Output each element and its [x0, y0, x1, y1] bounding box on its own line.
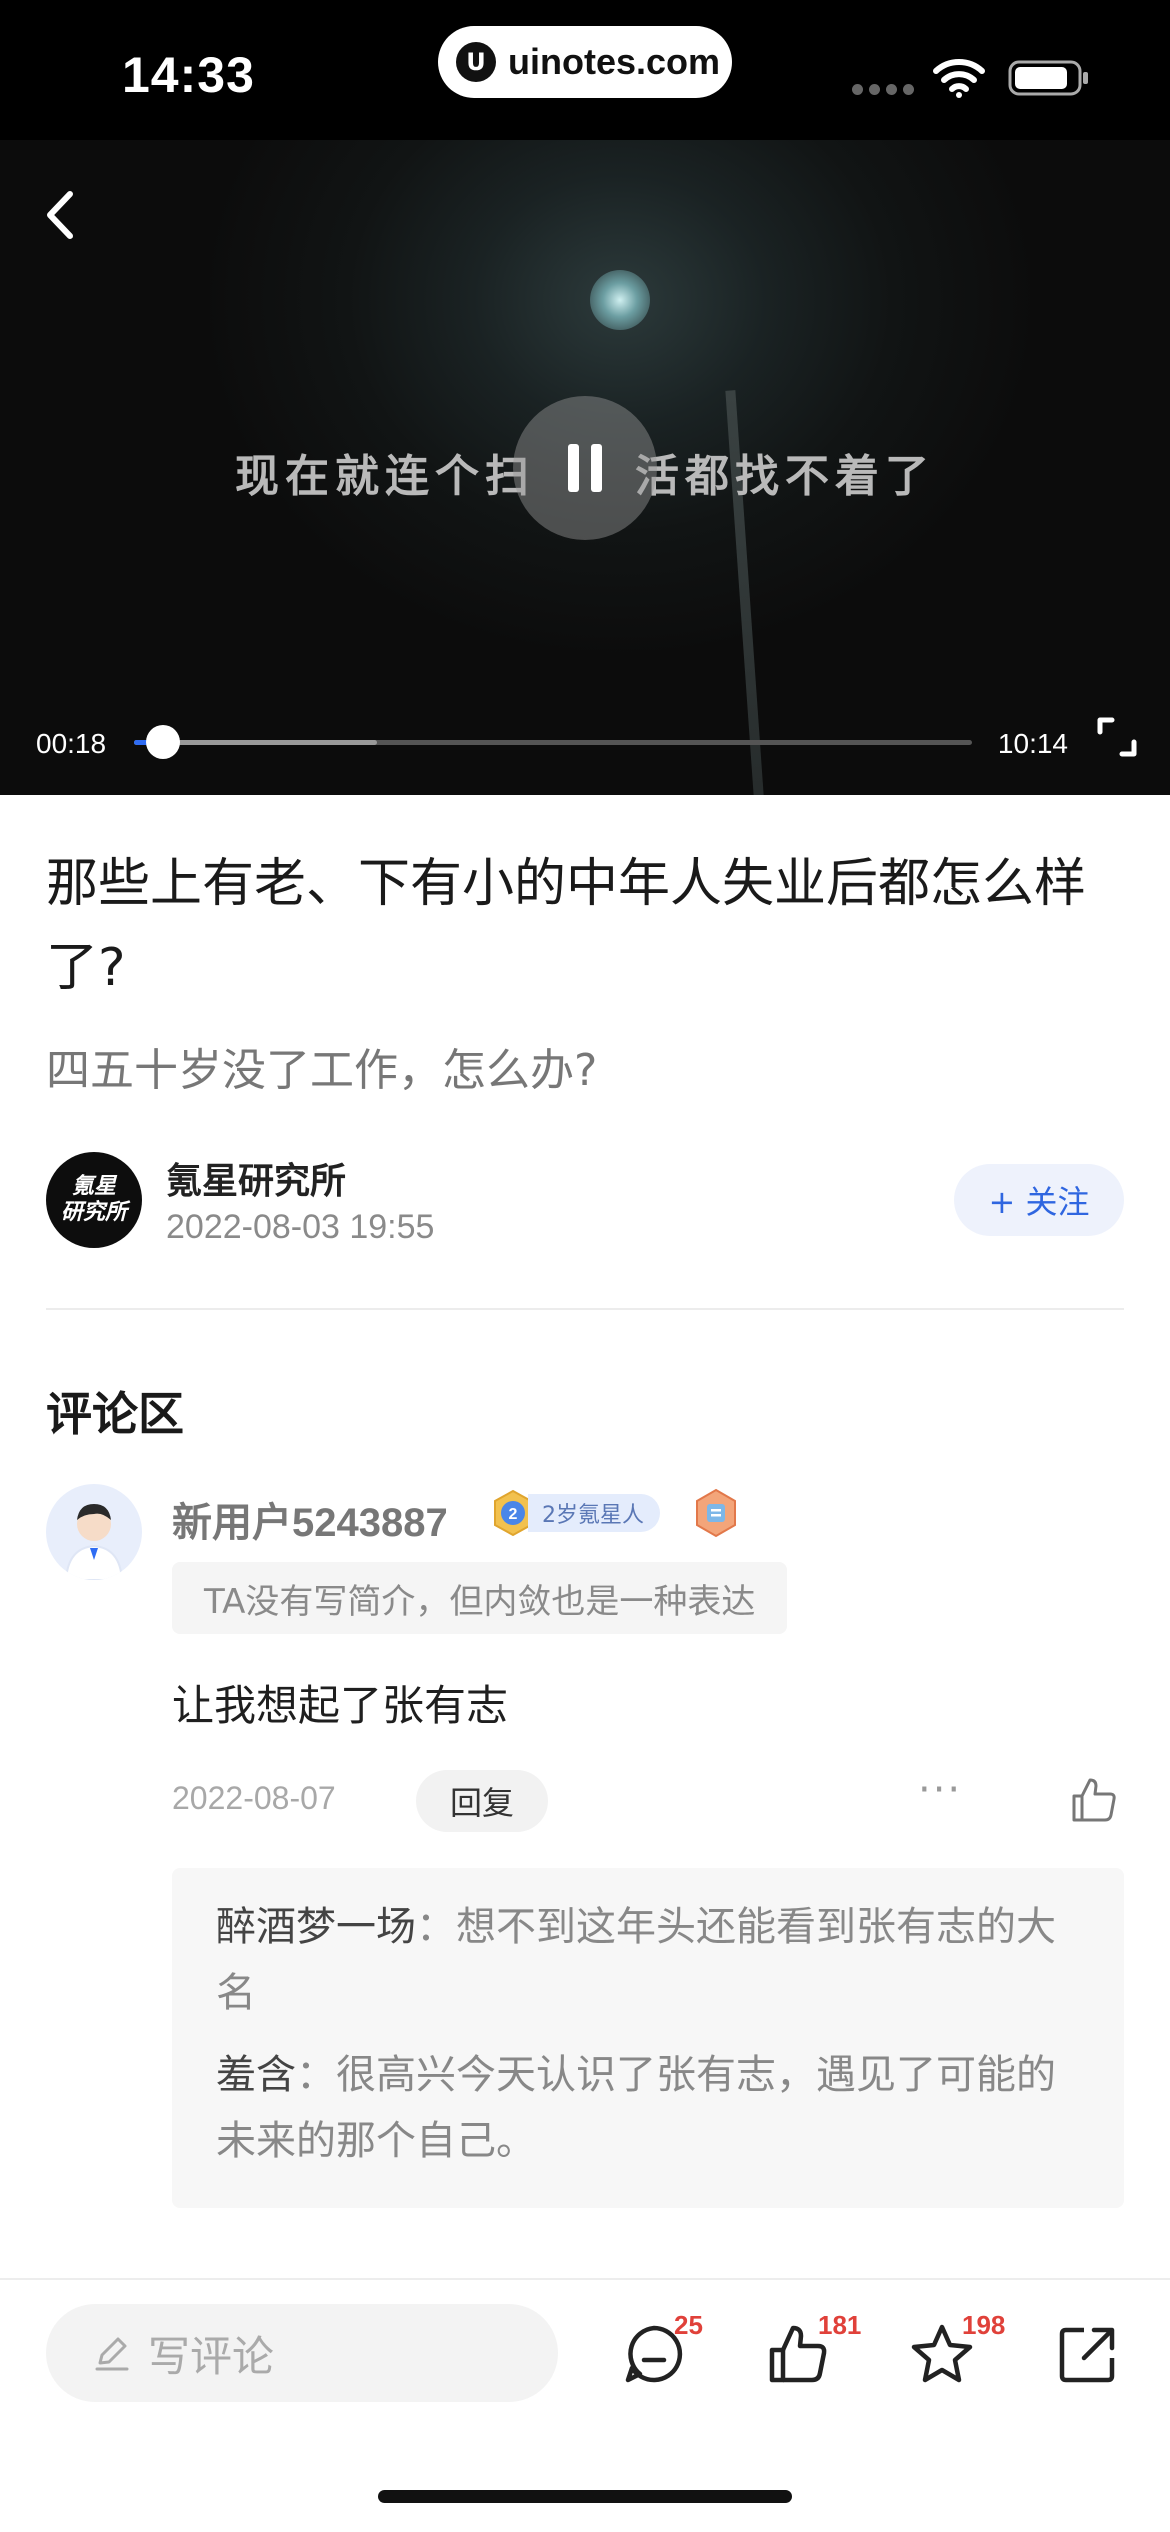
- back-icon[interactable]: [34, 180, 84, 250]
- comment-count: 25: [674, 2310, 703, 2340]
- status-bar: 14:33 U uinotes.com: [0, 0, 1170, 140]
- commenter-name[interactable]: 新用户5243887: [172, 1490, 448, 1548]
- status-time: 14:33: [122, 47, 255, 103]
- progress-thumb[interactable]: [146, 725, 181, 759]
- reply-user[interactable]: 羞含: [216, 2052, 296, 2098]
- commenter-bio: TA没有写简介，但内敛也是一种表达: [172, 1562, 788, 1634]
- wifi-icon: [933, 59, 985, 98]
- reply-item[interactable]: 醉酒梦一场：想不到这年头还能看到张有志的大名: [216, 1894, 1080, 2026]
- author-avatar[interactable]: 氪星 研究所: [46, 1152, 142, 1248]
- replies-box[interactable]: 醉酒梦一场：想不到这年头还能看到张有志的大名 羞含：很高兴今天认识了张有志，遇见…: [172, 1868, 1124, 2208]
- age-badge: 2 2岁氪星人: [492, 1488, 660, 1538]
- age-badge-label: 2岁氪星人: [528, 1494, 660, 1532]
- article-title: 那些上有老、下有小的中年人失业后都怎么样了?: [46, 854, 1087, 998]
- svg-text:2: 2: [509, 1506, 518, 1523]
- more-icon[interactable]: ···: [918, 1770, 966, 1820]
- home-indicator: [378, 2490, 792, 2503]
- share-icon: [1059, 2327, 1115, 2383]
- video-player[interactable]: 现在就连个扫 活都找不着了 00:18 10:14: [0, 140, 1170, 795]
- follow-button[interactable]: + 关注: [954, 1164, 1124, 1236]
- pause-button[interactable]: [513, 396, 657, 540]
- reply-separator: ：: [296, 2052, 336, 2098]
- like-button[interactable]: 181: [766, 2310, 861, 2390]
- comment-button[interactable]: 25: [622, 2310, 703, 2390]
- comment-input[interactable]: 写评论: [46, 2304, 558, 2402]
- pen-icon: [95, 2337, 129, 2371]
- comment-text: 让我想起了张有志: [172, 1681, 509, 1730]
- share-button[interactable]: [1056, 2310, 1126, 2390]
- signal-icon: [852, 84, 914, 95]
- divider: [46, 1308, 1124, 1310]
- like-count: 181: [818, 2310, 862, 2340]
- author-avatar-line1: 氪星: [71, 1174, 116, 1199]
- comments-heading: 评论区: [46, 1387, 184, 1441]
- current-time: 00:18: [36, 728, 107, 759]
- reply-user[interactable]: 醉酒梦一场: [216, 1904, 416, 1950]
- commenter-avatar[interactable]: [46, 1484, 142, 1580]
- video-frame-light: [590, 270, 650, 330]
- author-name[interactable]: 氪星研究所: [166, 1152, 346, 1204]
- progress-bar[interactable]: [134, 725, 972, 759]
- reply-button[interactable]: 回复: [416, 1770, 548, 1832]
- reply-separator: ：: [416, 1904, 456, 1950]
- site-logo-icon: U: [456, 42, 496, 82]
- url-pill[interactable]: U uinotes.com: [438, 26, 732, 98]
- level-icon: [696, 1488, 736, 1538]
- url-text: uinotes.com: [508, 41, 721, 82]
- comment-input-placeholder: 写评论: [148, 2331, 275, 2381]
- author-avatar-line2: 研究所: [60, 1200, 127, 1225]
- comment-date: 2022-08-07: [172, 1780, 336, 1816]
- article-summary: 四五十岁没了工作，怎么办?: [46, 1045, 598, 1096]
- favorite-count: 198: [962, 2310, 1006, 2340]
- battery-icon: [1008, 60, 1088, 96]
- reply-text: 很高兴今天认识了张有志，遇见了可能的未来的那个自己。: [216, 2052, 1056, 2164]
- fullscreen-icon[interactable]: [1096, 716, 1138, 758]
- like-icon[interactable]: [1068, 1774, 1120, 1826]
- publish-date: 2022-08-03 19:55: [166, 1208, 435, 1246]
- total-time: 10:14: [997, 728, 1068, 759]
- reply-item[interactable]: 羞含：很高兴今天认识了张有志，遇见了可能的未来的那个自己。: [216, 2042, 1080, 2174]
- favorite-button[interactable]: 198: [910, 2310, 1005, 2390]
